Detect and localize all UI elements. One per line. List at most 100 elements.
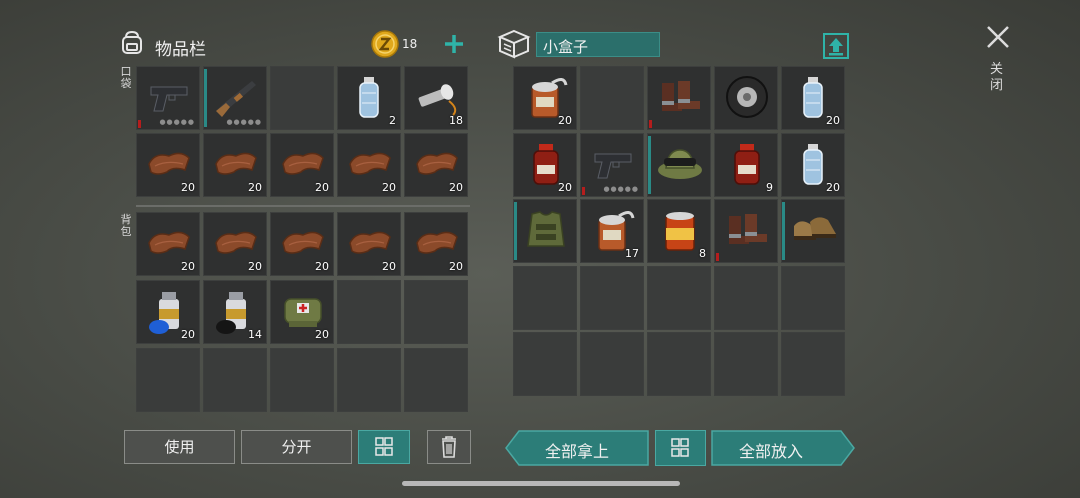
use-button[interactable]: 使用 (124, 430, 235, 464)
item-quantity: 20 (248, 181, 262, 194)
item-quantity: 20 (826, 180, 840, 194)
inventory-slot[interactable] (647, 66, 711, 130)
item-quantity: 20 (558, 180, 572, 194)
food-can-icon (656, 206, 704, 254)
item-quantity: 20 (382, 181, 396, 194)
home-indicator[interactable] (402, 481, 680, 486)
boots-icon (656, 73, 704, 121)
empty-slot[interactable] (714, 332, 778, 396)
condition-marker (138, 120, 141, 128)
empty-slot[interactable] (136, 348, 200, 412)
coin-icon (371, 30, 399, 58)
inventory-slot[interactable] (781, 199, 845, 263)
inventory-slot[interactable]: 20 (404, 212, 468, 276)
empty-slot[interactable] (270, 66, 334, 130)
inventory-slot[interactable]: 20 (337, 133, 401, 197)
inventory-slot[interactable]: 20 (781, 132, 845, 197)
empty-slot[interactable] (781, 265, 845, 330)
inventory-slot[interactable]: 20 (513, 66, 577, 130)
inventory-slot[interactable]: 20 (270, 133, 334, 197)
tan-boots-icon (790, 206, 838, 254)
inventory-slot[interactable]: 17 (580, 199, 644, 263)
inventory-slot[interactable]: 14 (203, 280, 267, 344)
camo-hat-icon (656, 140, 704, 188)
inventory-slot[interactable]: 20 (404, 133, 468, 197)
inventory-title: 物品栏 (155, 40, 206, 60)
inventory-slot[interactable] (714, 199, 778, 263)
discard-button[interactable] (427, 430, 471, 464)
inventory-slot[interactable] (647, 132, 711, 197)
empty-slot[interactable] (580, 66, 644, 130)
item-quantity: 17 (625, 247, 639, 260)
inventory-slot[interactable]: 18 (404, 66, 468, 130)
ammo-dots: ●●●●● (159, 118, 195, 126)
empty-slot[interactable] (781, 332, 845, 396)
inventory-slot[interactable]: 2 (337, 66, 401, 130)
add-coins-button[interactable] (440, 30, 468, 58)
inventory-slot[interactable]: 20 (270, 212, 334, 276)
inventory-slot[interactable]: 8 (647, 199, 711, 263)
grid-icon (671, 438, 689, 457)
inventory-slot[interactable]: 20 (203, 212, 267, 276)
item-quantity: 18 (449, 114, 463, 127)
take-all-button[interactable]: 全部拿上 (505, 430, 649, 466)
container-title-box: 小盒子 (536, 32, 660, 57)
item-quantity: 20 (315, 328, 329, 341)
empty-slot[interactable] (270, 348, 334, 412)
pistol-icon (589, 140, 637, 188)
inventory-slot[interactable]: 20 (513, 132, 577, 197)
section-divider (136, 205, 470, 207)
tire-icon (723, 73, 771, 121)
empty-slot[interactable] (580, 265, 644, 330)
backpack-icon (118, 28, 146, 56)
inventory-slot[interactable] (513, 199, 577, 263)
sort-button-right[interactable] (655, 430, 706, 466)
empty-slot[interactable] (513, 265, 577, 330)
sort-button-left[interactable] (358, 430, 410, 464)
item-quantity: 14 (248, 328, 262, 341)
inventory-slot[interactable]: 9 (714, 132, 778, 197)
empty-slot[interactable] (647, 332, 711, 396)
empty-slot[interactable] (337, 280, 401, 344)
condition-marker (582, 186, 585, 195)
inventory-slot[interactable]: 20 (781, 66, 845, 130)
upload-button[interactable] (823, 33, 849, 59)
item-quantity: 20 (181, 260, 195, 273)
durability-bar (514, 202, 517, 260)
item-quantity: 9 (766, 180, 773, 194)
split-button[interactable]: 分开 (241, 430, 352, 464)
trash-icon (442, 436, 456, 458)
empty-slot[interactable] (203, 348, 267, 412)
item-quantity: 2 (389, 114, 396, 127)
inventory-slot[interactable]: 20 (337, 212, 401, 276)
inventory-slot[interactable]: 20 (203, 133, 267, 197)
ammo-dots: ●●●●● (603, 184, 639, 193)
close-button[interactable] (985, 24, 1011, 50)
inventory-slot[interactable]: 20 (136, 212, 200, 276)
inventory-slot[interactable]: ●●●●● (136, 66, 200, 130)
boots-icon (723, 206, 771, 254)
empty-slot[interactable] (580, 332, 644, 396)
item-quantity: 20 (181, 181, 195, 194)
inventory-slot[interactable] (714, 66, 778, 130)
empty-slot[interactable] (337, 348, 401, 412)
inventory-slot[interactable]: ●●●●● (203, 66, 267, 130)
item-quantity: 20 (558, 114, 572, 127)
empty-slot[interactable] (404, 348, 468, 412)
box-icon (497, 28, 531, 60)
inventory-slot[interactable]: 20 (136, 133, 200, 197)
empty-slot[interactable] (513, 332, 577, 396)
inventory-slot[interactable]: 20 (136, 280, 200, 344)
empty-slot[interactable] (647, 265, 711, 330)
shotgun-icon (212, 73, 260, 121)
coin-count: 18 (402, 37, 418, 51)
pocket-label: 口袋 (120, 65, 132, 90)
empty-slot[interactable] (404, 280, 468, 344)
close-label[interactable]: 关闭 (990, 62, 1004, 94)
item-quantity: 20 (315, 181, 329, 194)
empty-slot[interactable] (714, 265, 778, 330)
inventory-slot[interactable]: 20 (270, 280, 334, 344)
put-all-button[interactable]: 全部放入 (711, 430, 855, 466)
inventory-slot[interactable]: ●●●●● (580, 132, 644, 197)
item-quantity: 20 (449, 260, 463, 273)
